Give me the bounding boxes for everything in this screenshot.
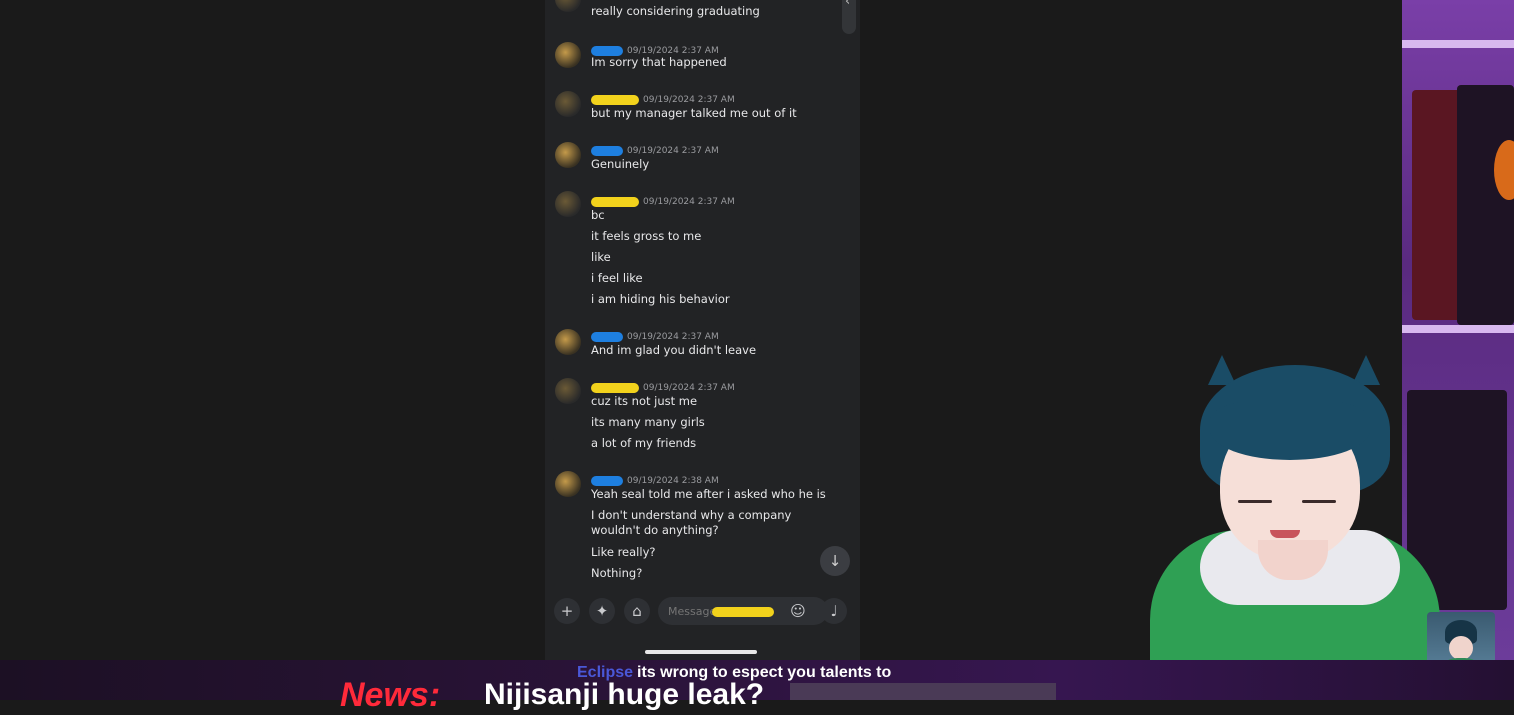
gift-icon: ⌂ xyxy=(632,602,642,620)
message-line: bc xyxy=(591,208,605,222)
emoji-icon: ☺ xyxy=(790,602,806,620)
closed-eye xyxy=(1238,500,1272,503)
chevron-left-icon: ‹ xyxy=(845,0,851,9)
redacted-username xyxy=(591,331,623,342)
redacted-username xyxy=(591,382,639,393)
bangs xyxy=(1210,400,1370,460)
timestamp: 09/19/2024 2:37 AM xyxy=(627,331,719,342)
arrow-down-icon: ↓ xyxy=(828,552,842,570)
avatar xyxy=(555,0,581,12)
avatar xyxy=(555,91,581,117)
message-line: And im glad you didn't leave xyxy=(591,343,757,357)
voice-button[interactable]: ♩ xyxy=(821,598,847,624)
message-line: Im sorry that happened xyxy=(591,55,727,69)
add-attachment-button[interactable]: + xyxy=(554,598,580,624)
emoji-button[interactable]: ☺ xyxy=(785,598,811,624)
redacted-username xyxy=(591,45,623,56)
avatar xyxy=(555,329,581,355)
shelf xyxy=(1402,40,1514,48)
timestamp: 09/19/2024 2:38 AM xyxy=(627,475,719,486)
message-line: Genuinely xyxy=(591,157,650,171)
redacted-username xyxy=(591,94,639,105)
redacted-username xyxy=(591,196,639,207)
avatar xyxy=(555,142,581,168)
message-line: its many many girls xyxy=(591,415,705,429)
news-bar xyxy=(790,683,1056,700)
microphone-icon: ♩ xyxy=(830,602,838,620)
message-line: like xyxy=(591,250,611,264)
message-meta: 09/19/2024 2:38 AM xyxy=(591,470,719,486)
message-line: really considering graduating xyxy=(591,4,760,18)
news-headline: Nijisanji huge leak? xyxy=(484,678,765,711)
timestamp: 09/19/2024 2:37 AM xyxy=(643,94,735,105)
hanging-shirt xyxy=(1412,90,1462,320)
plus-icon: + xyxy=(560,602,574,620)
message-meta: 09/19/2024 2:37 AM xyxy=(591,191,735,207)
apps-button[interactable]: ✦ xyxy=(589,598,615,624)
message-line: a lot of my friends xyxy=(591,436,697,450)
mouth xyxy=(1270,530,1300,538)
message-meta: 09/19/2024 2:37 AM xyxy=(591,377,735,393)
timestamp: 09/19/2024 2:37 AM xyxy=(627,145,719,156)
news-label: News: xyxy=(340,676,441,714)
message-meta: 09/19/2024 2:37 AM xyxy=(591,89,735,105)
timestamp: 09/19/2024 2:37 AM xyxy=(643,382,735,393)
gift-button[interactable]: ⌂ xyxy=(624,598,650,624)
message-meta: 09/19/2024 2:37 AM xyxy=(591,140,719,156)
message-line: it feels gross to me xyxy=(591,229,702,243)
redacted-username xyxy=(591,145,623,156)
chat-screenshot: ‹ really considering graduating 09/19/20… xyxy=(545,0,860,660)
avatar xyxy=(555,471,581,497)
message-meta: 09/19/2024 2:37 AM xyxy=(591,326,719,342)
scroll-thumb[interactable]: ‹ xyxy=(842,0,856,34)
redacted-channel-name xyxy=(712,607,774,617)
message-line: cuz its not just me xyxy=(591,394,698,408)
avatar xyxy=(555,191,581,217)
message-line: but my manager talked me out of it xyxy=(591,106,797,120)
message-composer: + ✦ ⌂ ☺ ♩ xyxy=(545,592,860,630)
timestamp: 09/19/2024 2:37 AM xyxy=(643,196,735,207)
message-meta: 09/19/2024 2:37 AM xyxy=(591,40,719,56)
avatar xyxy=(555,378,581,404)
mini-face xyxy=(1449,636,1473,660)
avatar xyxy=(555,42,581,68)
hanging-shirt xyxy=(1457,85,1514,325)
message-line: i am hiding his behavior xyxy=(591,292,730,306)
shelf xyxy=(1402,325,1514,333)
message-line: I don't understand why a company wouldn'… xyxy=(591,508,792,537)
jump-to-bottom-button[interactable]: ↓ xyxy=(820,546,850,576)
closed-eye xyxy=(1302,500,1336,503)
home-indicator xyxy=(645,650,757,654)
redacted-username xyxy=(591,475,623,486)
message-line: Like really? xyxy=(591,545,656,559)
message-line: i feel like xyxy=(591,271,643,285)
message-line: Yeah seal told me after i asked who he i… xyxy=(591,487,826,501)
timestamp: 09/19/2024 2:37 AM xyxy=(627,45,719,56)
vtuber-avatar xyxy=(1140,345,1440,700)
message-line: Nothing? xyxy=(591,566,643,580)
apps-icon: ✦ xyxy=(595,602,609,620)
